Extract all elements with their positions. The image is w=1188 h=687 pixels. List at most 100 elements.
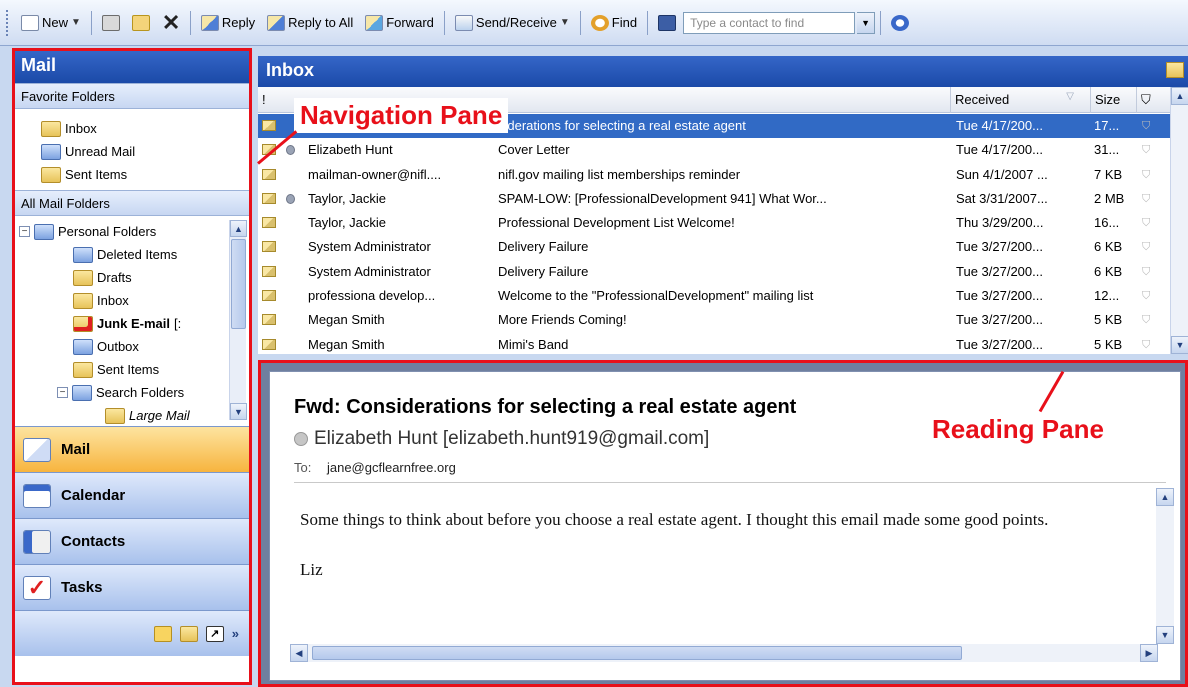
attachment-icon bbox=[286, 193, 295, 204]
reply-all-button[interactable]: Reply to All bbox=[262, 10, 358, 36]
flag-icon[interactable]: ⛉ bbox=[1142, 339, 1150, 352]
flag-icon[interactable]: ⛉ bbox=[1142, 314, 1150, 327]
forward-button[interactable]: Forward bbox=[360, 10, 439, 36]
nav-button-tasks[interactable]: ✓ Tasks bbox=[15, 564, 249, 610]
column-size[interactable]: Size bbox=[1090, 87, 1136, 113]
tree-junk-email[interactable]: Junk E-mail [: bbox=[19, 312, 249, 335]
table-row[interactable]: Taylor, Jackie SPAM-LOW: [ProfessionalDev… bbox=[258, 187, 1170, 211]
sent-items-icon bbox=[41, 166, 61, 183]
table-row[interactable]: Taylor, Jackie Professional Development L… bbox=[258, 211, 1170, 235]
column-importance[interactable]: ! bbox=[258, 87, 272, 113]
scroll-left-icon[interactable]: ◀ bbox=[290, 644, 308, 662]
favorite-folder-unread[interactable]: Unread Mail bbox=[41, 140, 249, 163]
message-list-scrollbar[interactable]: ▲ ▼ bbox=[1170, 87, 1188, 354]
tree-large-mail[interactable]: Large Mail bbox=[19, 404, 249, 427]
reading-vertical-scrollbar[interactable]: ▲ ▼ bbox=[1156, 488, 1174, 644]
favorite-folder-inbox[interactable]: Inbox bbox=[41, 117, 249, 140]
chevron-down-icon[interactable]: ▼ bbox=[71, 17, 81, 28]
scroll-down-icon[interactable]: ▼ bbox=[230, 403, 247, 420]
table-row[interactable]: mailman-owner@nifl.... nifl.gov mailing l… bbox=[258, 163, 1170, 187]
shortcuts-icon[interactable]: ↗ bbox=[205, 625, 224, 642]
nav-button-contacts[interactable]: Contacts bbox=[15, 518, 249, 564]
chevron-down-icon[interactable]: ▼ bbox=[560, 17, 570, 28]
scrollbar-thumb[interactable] bbox=[231, 239, 246, 329]
table-row[interactable]: Megan Smith More Friends Coming! Tue 3/27/… bbox=[258, 308, 1170, 332]
tree-outbox[interactable]: Outbox bbox=[19, 335, 249, 358]
send-receive-icon bbox=[454, 14, 473, 31]
message-received: Tue 3/27/200... bbox=[956, 239, 1043, 255]
tree-deleted-items[interactable]: Deleted Items bbox=[19, 243, 249, 266]
reply-label: Reply bbox=[221, 15, 256, 30]
table-row[interactable]: Megan Smith Mimi's Band Tue 3/27/200... 5 K… bbox=[258, 333, 1170, 357]
table-row[interactable]: System Administrator Delivery Failure Tue … bbox=[258, 260, 1170, 284]
folder-label: Personal Folders bbox=[58, 224, 157, 239]
flag-icon[interactable]: ⛉ bbox=[1142, 193, 1150, 206]
print-button[interactable] bbox=[97, 10, 125, 36]
folder-tree-scrollbar[interactable]: ▲ ▼ bbox=[229, 220, 247, 420]
tasks-icon: ✓ bbox=[23, 575, 51, 600]
recipient-address[interactable]: jane@gcflearnfree.org bbox=[327, 460, 456, 475]
reply-button[interactable]: Reply bbox=[196, 10, 260, 36]
nav-button-mail[interactable]: Mail bbox=[15, 426, 249, 472]
scroll-up-icon[interactable]: ▲ bbox=[1156, 488, 1174, 506]
envelope-icon bbox=[262, 338, 276, 350]
envelope-icon bbox=[262, 314, 276, 326]
flag-icon[interactable]: ⛉ bbox=[1142, 144, 1150, 157]
help-icon bbox=[891, 14, 910, 31]
tree-search-folders[interactable]: − Search Folders bbox=[19, 381, 249, 404]
contact-search-input[interactable]: Type a contact to find bbox=[683, 11, 856, 34]
message-from: professiona develop... bbox=[308, 288, 436, 304]
table-row[interactable]: System Administrator Delivery Failure Tue … bbox=[258, 235, 1170, 259]
scroll-down-icon[interactable]: ▼ bbox=[1156, 626, 1174, 644]
column-flag[interactable]: ⛉ bbox=[1136, 87, 1160, 113]
flag-icon[interactable]: ⛉ bbox=[1142, 266, 1150, 279]
send-receive-button[interactable]: Send/Receive ▼ bbox=[450, 10, 575, 36]
collapse-icon[interactable]: − bbox=[57, 387, 68, 398]
flag-icon[interactable]: ⛉ bbox=[1142, 120, 1150, 133]
reading-pane-annotation: Reading Pane bbox=[932, 414, 1104, 444]
message-received: Tue 3/27/200... bbox=[956, 312, 1043, 328]
favorite-folders-header[interactable]: Favorite Folders bbox=[15, 83, 249, 109]
main-toolbar: New ▼ ✕ Reply Reply to All Forward Send/… bbox=[0, 0, 1188, 46]
inbox-title: Inbox bbox=[258, 56, 1188, 87]
scroll-up-icon[interactable]: ▲ bbox=[230, 220, 247, 237]
reading-horizontal-scrollbar[interactable]: ◀ ▶ bbox=[290, 644, 1158, 662]
delete-icon: ✕ bbox=[161, 9, 181, 35]
folder-label: Deleted Items bbox=[97, 247, 178, 262]
flag-icon[interactable]: ⛉ bbox=[1142, 169, 1150, 182]
contact-dropdown-button[interactable]: ▼ bbox=[857, 11, 876, 34]
all-mail-folders-header[interactable]: All Mail Folders bbox=[15, 190, 249, 216]
new-button[interactable]: New ▼ bbox=[16, 10, 86, 36]
flag-icon[interactable]: ⛉ bbox=[1142, 217, 1150, 230]
column-received[interactable]: Received ▽ bbox=[950, 87, 1084, 113]
scroll-down-icon[interactable]: ▼ bbox=[1171, 336, 1188, 354]
print-icon bbox=[101, 14, 120, 31]
table-row[interactable]: Elizabeth Hunt Cover Letter Tue 4/17/200..… bbox=[258, 138, 1170, 162]
scroll-up-icon[interactable]: ▲ bbox=[1171, 87, 1188, 105]
flag-icon[interactable]: ⛉ bbox=[1142, 290, 1150, 303]
delete-button[interactable]: ✕ bbox=[157, 10, 185, 36]
flag-icon[interactable]: ⛉ bbox=[1142, 241, 1150, 254]
message-size: 12... bbox=[1094, 288, 1120, 304]
sender-text[interactable]: Elizabeth Hunt [elizabeth.hunt919@gmail.… bbox=[314, 428, 709, 450]
drafts-icon bbox=[73, 269, 93, 286]
find-button[interactable]: Find bbox=[586, 10, 642, 36]
help-button[interactable] bbox=[886, 10, 914, 36]
toolbar-grip[interactable] bbox=[6, 9, 10, 36]
scrollbar-thumb[interactable] bbox=[312, 646, 962, 660]
tree-drafts[interactable]: Drafts bbox=[19, 266, 249, 289]
tree-inbox[interactable]: Inbox bbox=[19, 289, 249, 312]
nav-button-calendar[interactable]: Calendar bbox=[15, 472, 249, 518]
favorite-folder-sent[interactable]: Sent Items bbox=[41, 163, 249, 186]
move-button[interactable] bbox=[127, 10, 155, 36]
tree-sent-items[interactable]: Sent Items bbox=[19, 358, 249, 381]
notes-icon[interactable] bbox=[153, 625, 172, 642]
tree-personal-folders[interactable]: − Personal Folders bbox=[19, 220, 249, 243]
table-row[interactable]: professiona develop... Welcome to the "Pr… bbox=[258, 284, 1170, 308]
address-book-button[interactable] bbox=[653, 10, 681, 36]
nav-button-label: Calendar bbox=[61, 487, 126, 504]
scroll-right-icon[interactable]: ▶ bbox=[1140, 644, 1158, 662]
collapse-icon[interactable]: − bbox=[19, 226, 30, 237]
folder-list-icon[interactable] bbox=[179, 625, 198, 642]
configure-buttons-icon[interactable]: » bbox=[232, 626, 239, 641]
